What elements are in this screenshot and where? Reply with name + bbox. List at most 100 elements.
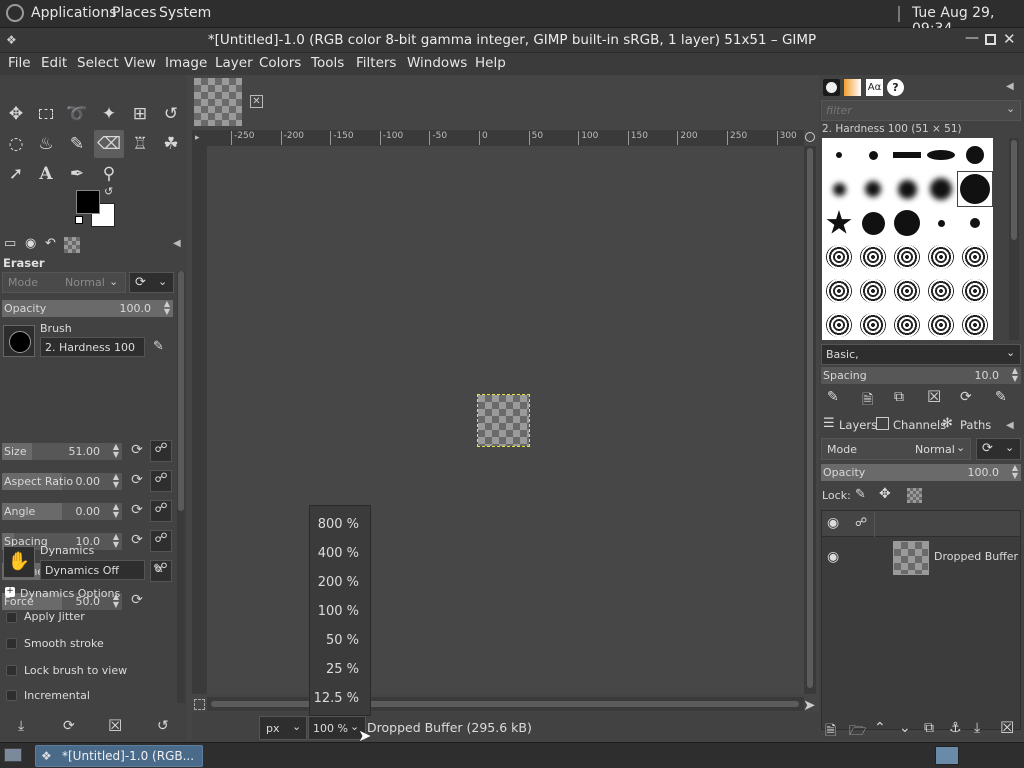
paths-tool-icon[interactable]: ➚	[1, 160, 31, 188]
reset-to-default-icon[interactable]: ⟳	[127, 592, 147, 612]
reset-to-default-icon[interactable]: ⟳	[127, 442, 147, 462]
layers-reset-mode-button[interactable]: ⟳ ⌄	[976, 438, 1021, 460]
menu-image[interactable]: Image	[165, 55, 207, 71]
tool-options-tab-icon[interactable]: ▭	[4, 236, 16, 251]
image-tab-thumbnail[interactable]	[194, 78, 242, 126]
close-image-tab-icon[interactable]: ✕	[250, 95, 263, 108]
reset-options-icon[interactable]: ↺	[157, 718, 169, 734]
menu-view[interactable]: View	[124, 55, 156, 71]
apply-jitter-checkbox[interactable]	[6, 612, 17, 623]
close-icon[interactable]: ✕	[1003, 30, 1016, 48]
taskbar-button[interactable]: ❖ *[Untitled]-1.0 (RGB...	[35, 745, 203, 767]
brush-cell[interactable]	[856, 308, 890, 340]
tab-channels[interactable]: Channels	[893, 418, 946, 432]
brush-tag-select[interactable]: Basic, ⌄	[821, 344, 1021, 365]
brush-cell[interactable]	[958, 138, 992, 172]
brush-name-field[interactable]: 2. Hardness 100	[40, 337, 145, 357]
reset-mode-button[interactable]: ⟳ ⌄	[129, 272, 174, 293]
swap-colors-icon[interactable]: ↺	[104, 185, 113, 198]
lock-pixels-icon[interactable]: ✎	[855, 487, 866, 502]
lock-alpha-icon[interactable]	[907, 488, 922, 503]
aspect-ratio-slider[interactable]: Aspect Ratio 0.00 ▲ ▼	[2, 473, 122, 490]
fuzzy-select-tool-icon[interactable]: ✦	[94, 100, 124, 128]
brush-cell[interactable]	[890, 240, 924, 274]
menu-windows[interactable]: Windows	[407, 55, 467, 71]
tab-layers[interactable]: Layers	[839, 418, 877, 432]
menu-colors[interactable]: Colors	[259, 55, 301, 71]
delete-brush-icon[interactable]: ☒	[927, 387, 941, 406]
brush-cell[interactable]	[856, 138, 890, 172]
spin-arrows-icon[interactable]: ▲▼	[1012, 367, 1018, 383]
brush-cell[interactable]	[924, 138, 958, 172]
brush-cell[interactable]	[958, 206, 992, 240]
lasso-tool-icon[interactable]: ➰	[62, 100, 92, 128]
spin-arrows-icon[interactable]: ▲▼	[113, 533, 119, 549]
brush-cell[interactable]	[822, 308, 856, 340]
channels-tab-icon[interactable]	[876, 417, 889, 430]
undo-history-tab-icon[interactable]: ↶	[45, 236, 56, 251]
ruler-corner[interactable]: ▸	[192, 130, 207, 146]
brush-filter-field[interactable]: ⌄	[821, 100, 1021, 121]
layer-row[interactable]: ◉ Dropped Buffer	[822, 538, 1020, 578]
brush-cell[interactable]	[958, 308, 992, 340]
new-brush-icon[interactable]: 🗎	[862, 389, 873, 413]
show-desktop-icon[interactable]	[4, 748, 22, 762]
refresh-brushes-icon[interactable]: ⟳	[960, 389, 972, 405]
brush-cell[interactable]	[822, 138, 856, 172]
brush-filter-input[interactable]	[826, 103, 996, 118]
mode-select[interactable]: Normal	[65, 276, 105, 289]
maximize-icon[interactable]	[985, 34, 996, 45]
brush-cell[interactable]	[958, 240, 992, 274]
gradients-tab-icon[interactable]	[844, 79, 861, 96]
chevron-down-icon[interactable]: ⌄	[109, 275, 118, 288]
places-menu[interactable]: Places	[112, 5, 157, 21]
system-menu[interactable]: System	[159, 5, 211, 21]
reset-to-default-icon[interactable]: ⟳	[127, 502, 147, 522]
layer-visibility-eye-icon[interactable]: ◉	[827, 549, 839, 565]
default-colors-icon[interactable]	[75, 216, 83, 224]
link-to-brush-icon[interactable]: ☍	[150, 530, 172, 552]
menu-file[interactable]: File	[8, 55, 31, 71]
link-to-brush-icon[interactable]: ☍	[150, 500, 172, 522]
merge-layer-icon[interactable]: ⤓	[974, 720, 980, 736]
brush-cell[interactable]	[924, 308, 958, 340]
spin-arrows-icon[interactable]: ▲▼	[1012, 464, 1018, 480]
minimize-icon[interactable]: —	[965, 30, 979, 46]
edit-dynamics-icon[interactable]: ✎	[153, 562, 164, 577]
chevron-down-icon[interactable]: ⌄	[1006, 102, 1015, 115]
window-titlebar[interactable]: ❖ *[Untitled]-1.0 (RGB color 8-bit gamma…	[0, 28, 1024, 53]
bucket-fill-tool-icon[interactable]: ♨	[31, 130, 61, 158]
clone-tool-icon[interactable]: ♖	[125, 130, 155, 158]
angle-slider[interactable]: Angle 0.00 ▲ ▼	[2, 503, 122, 520]
lock-brush-checkbox[interactable]	[6, 665, 17, 676]
brush-cell[interactable]	[890, 138, 924, 172]
brush-grid-scrollbar[interactable]	[1009, 138, 1019, 340]
brush-cell[interactable]	[924, 274, 958, 308]
duplicate-layer-icon[interactable]: ⧉	[924, 720, 934, 736]
expand-plus-icon[interactable]: +	[5, 587, 15, 597]
edit-brush-icon[interactable]: ✎	[153, 339, 164, 354]
menu-layer[interactable]: Layer	[215, 55, 253, 71]
dynamics-preview[interactable]: ✋	[3, 546, 35, 578]
move-tool-icon[interactable]: ✥	[1, 100, 31, 128]
brush-cell[interactable]	[890, 172, 924, 206]
open-brush-as-image-icon[interactable]: ✎	[995, 389, 1007, 405]
spin-arrows-icon[interactable]: ▲▼	[164, 300, 170, 316]
smudge-tool-icon[interactable]: ☘	[156, 130, 186, 158]
spin-arrows-icon[interactable]: ▲▼	[113, 503, 119, 519]
brush-spacing-slider[interactable]: Spacing 10.0 ▲ ▼	[821, 367, 1021, 384]
brush-cell[interactable]	[924, 240, 958, 274]
layers-tab-icon[interactable]: ☰	[823, 416, 835, 431]
foreground-color-swatch[interactable]	[76, 190, 100, 214]
workspace-switcher[interactable]	[935, 746, 959, 765]
layers-mode-select[interactable]: Normal	[915, 443, 955, 456]
brush-cell[interactable]	[856, 172, 890, 206]
link-to-brush-icon[interactable]: ☍	[150, 470, 172, 492]
brush-cell[interactable]	[856, 206, 890, 240]
new-layer-group-icon[interactable]: 🗁	[849, 720, 866, 744]
menu-filters[interactable]: Filters	[356, 55, 396, 71]
warp-tool-icon[interactable]: ◌	[1, 130, 31, 158]
quick-mask-icon[interactable]	[194, 699, 205, 710]
brush-grid[interactable]	[822, 138, 993, 340]
images-tab-icon[interactable]	[64, 237, 80, 253]
